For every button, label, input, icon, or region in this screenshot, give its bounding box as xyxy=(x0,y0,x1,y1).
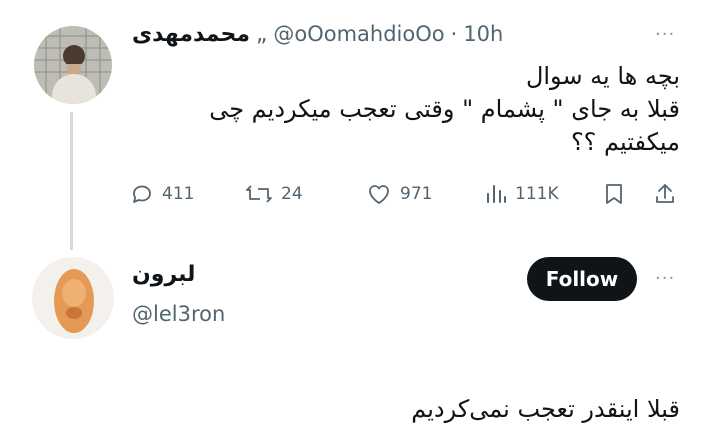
bookmark-icon xyxy=(606,184,622,204)
reply-count: 411 xyxy=(162,184,195,204)
views-count: 111K xyxy=(515,184,559,204)
tweet-author-handle[interactable]: @oOomahdioOo xyxy=(273,22,444,46)
tweet-author-name[interactable]: محمدمهدی xyxy=(132,22,250,47)
reply-more-button[interactable]: ··· xyxy=(655,268,675,289)
tweet-time-separator: · xyxy=(450,22,458,46)
reply-icon xyxy=(133,185,151,203)
like-action[interactable]: 971 xyxy=(366,182,432,206)
retweet-action[interactable]: 24 xyxy=(245,182,303,206)
tweet-text-line: میکفتیم ؟؟ xyxy=(570,128,680,156)
views-icon xyxy=(487,185,506,203)
retweet-count: 24 xyxy=(281,184,303,204)
share-button[interactable] xyxy=(653,182,677,210)
tweet-more-button[interactable]: ··· xyxy=(655,24,675,45)
like-icon xyxy=(369,185,389,204)
avatar-image xyxy=(32,257,114,339)
reply-action[interactable]: 411 xyxy=(130,182,194,206)
tweet-author-avatar[interactable] xyxy=(34,26,112,104)
retweet-icon xyxy=(246,185,272,203)
tweet-header: محمدمهدی „ @oOomahdioOo · 10h xyxy=(132,22,503,47)
follow-button[interactable]: Follow xyxy=(527,257,637,301)
share-icon xyxy=(656,184,674,203)
views-action[interactable]: 111K xyxy=(485,182,559,206)
reply-text: قبلا اینقدر تعجب نمی‌کردیم xyxy=(411,395,680,423)
reply-author-name[interactable]: لبرون xyxy=(132,262,195,287)
tweet-text-line: قبلا به جای " پشمام " وقتی تعجب میکردیم … xyxy=(209,95,680,123)
thread-connector-line xyxy=(70,112,73,250)
bookmark-button[interactable] xyxy=(604,182,624,210)
tweet-author-name-mark: „ xyxy=(255,22,268,47)
tweet-text: بچه ها یه سوال قبلا به جای " پشمام " وقت… xyxy=(140,60,680,159)
avatar-image xyxy=(34,26,112,104)
tweet-text-line: بچه ها یه سوال xyxy=(525,62,680,90)
tweet-timestamp[interactable]: 10h xyxy=(463,22,503,46)
reply-author-avatar[interactable] xyxy=(32,257,114,339)
reply-author-handle[interactable]: @lel3ron xyxy=(132,302,225,326)
like-count: 971 xyxy=(400,184,433,204)
